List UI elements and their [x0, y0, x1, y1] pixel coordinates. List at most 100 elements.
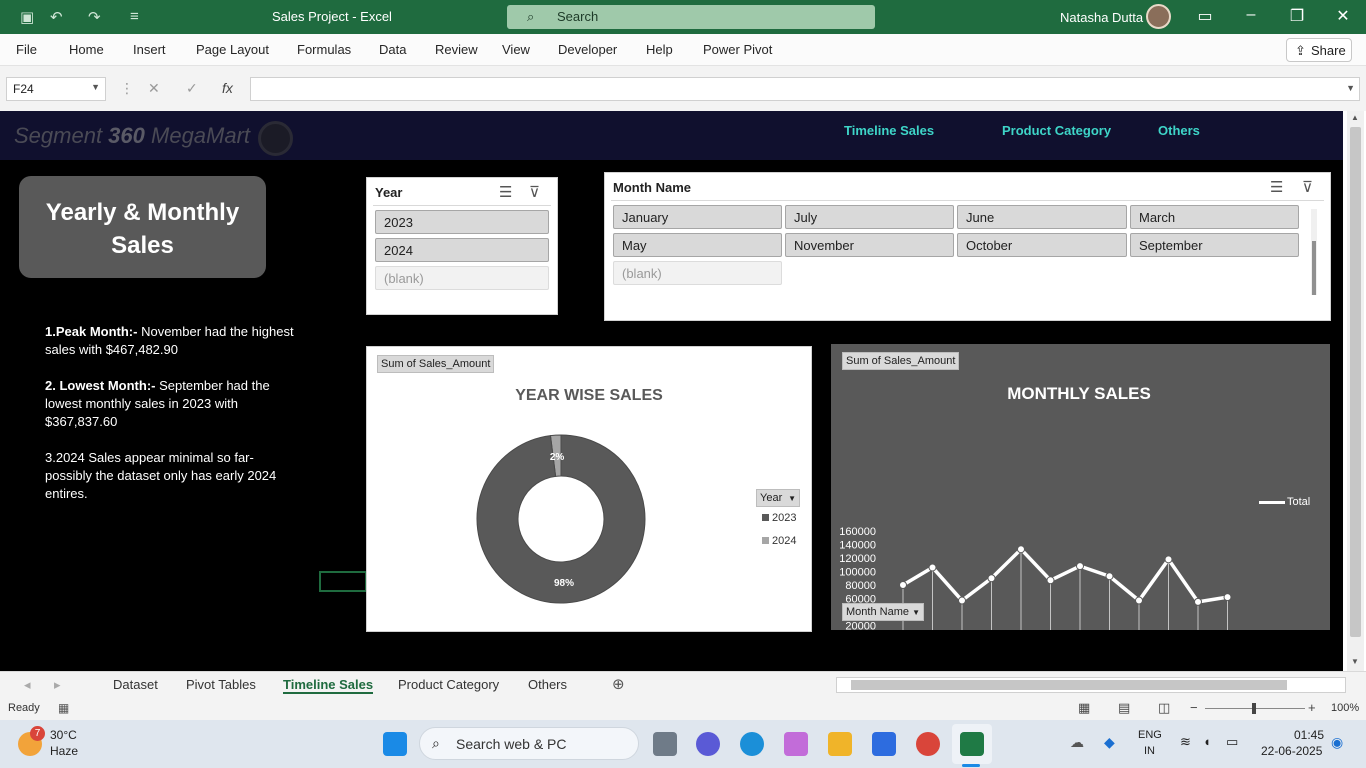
active-cell-selection[interactable] — [319, 571, 367, 592]
month-slicer-item[interactable]: January — [613, 205, 782, 229]
year-slicer-item[interactable]: 2023 — [375, 210, 549, 234]
name-box[interactable]: F24 ▼ — [6, 77, 106, 101]
monthly-sales-chart[interactable]: Sum of Sales_Amount MONTHLY SALES 020000… — [831, 344, 1330, 630]
file-explorer-icon[interactable] — [828, 732, 852, 756]
sheet-tab-product-category[interactable]: Product Category — [398, 677, 499, 692]
wifi-icon[interactable]: ≋ — [1180, 734, 1191, 750]
user-name[interactable]: Natasha Dutta — [1060, 10, 1143, 25]
year-slicer-item[interactable]: (blank) — [375, 266, 549, 290]
teams-icon[interactable] — [696, 732, 720, 756]
month-slicer-item[interactable]: June — [957, 205, 1127, 229]
edge-icon[interactable] — [740, 732, 764, 756]
vertical-scrollbar[interactable]: ▲ ▼ — [1347, 111, 1364, 671]
ribbon-display-icon[interactable]: ▭ — [1190, 6, 1220, 26]
nav-product-category[interactable]: Product Category — [1002, 123, 1111, 138]
tab-page-layout[interactable]: Page Layout — [196, 42, 269, 57]
sheet-tab-dataset[interactable]: Dataset — [113, 677, 158, 692]
maximize-icon[interactable]: ❐ — [1282, 6, 1312, 26]
search-icon: ⌕ — [432, 735, 440, 751]
worksheet-area[interactable]: Segment 360 MegaMart Timeline Sales Prod… — [0, 111, 1343, 671]
scroll-down-icon[interactable]: ▼ — [1351, 657, 1359, 666]
horizontal-scrollbar[interactable] — [836, 677, 1346, 693]
next-sheet-icon[interactable]: ▸ — [54, 677, 61, 693]
battery-icon[interactable]: ▭ — [1226, 734, 1238, 750]
chrome-icon[interactable] — [916, 732, 940, 756]
tab-file[interactable]: File — [16, 42, 37, 57]
volume-icon[interactable]: ◖ — [1203, 734, 1211, 749]
lang-in[interactable]: IN — [1144, 745, 1155, 757]
page-break-view-icon[interactable]: ◫ — [1158, 700, 1170, 716]
tab-home[interactable]: Home — [69, 42, 104, 57]
enter-icon[interactable]: ✓ — [186, 80, 198, 97]
page-layout-view-icon[interactable]: ▤ — [1118, 700, 1130, 716]
month-slicer-item[interactable]: October — [957, 233, 1127, 257]
month-slicer-item[interactable]: September — [1130, 233, 1299, 257]
month-slicer-item[interactable]: November — [785, 233, 954, 257]
sheet-tab-pivot-tables[interactable]: Pivot Tables — [186, 677, 256, 692]
security-icon[interactable]: ◆ — [1104, 734, 1115, 751]
undo-icon[interactable]: ↶ — [50, 8, 63, 26]
month-slicer-item[interactable]: July — [785, 205, 954, 229]
chevron-down-icon[interactable]: ▼ — [91, 82, 100, 92]
tab-data[interactable]: Data — [379, 42, 406, 57]
add-sheet-icon[interactable]: ⊕ — [612, 675, 625, 693]
clock-time[interactable]: 01:45 — [1294, 728, 1324, 742]
start-icon[interactable] — [383, 732, 407, 756]
nav-timeline-sales[interactable]: Timeline Sales — [844, 123, 934, 138]
share-button[interactable]: ⇪ Share — [1286, 38, 1352, 62]
weather-temp[interactable]: 30°C — [50, 728, 77, 742]
scroll-up-icon[interactable]: ▲ — [1351, 113, 1359, 122]
month-slicer-header: Month Name — [613, 180, 691, 195]
sheet-tab-others[interactable]: Others — [528, 677, 567, 692]
zoom-slider-thumb[interactable] — [1252, 703, 1256, 714]
clear-filter-icon[interactable]: ⊽ — [1302, 178, 1313, 196]
minimize-icon[interactable]: – — [1236, 6, 1266, 24]
axis-filter-month-name[interactable]: Month Name ▼ — [842, 603, 924, 621]
notification-icon[interactable]: ◉ — [1331, 734, 1343, 751]
legend-filter-year[interactable]: Year ▼ — [756, 489, 800, 507]
nav-others[interactable]: Others — [1158, 123, 1200, 138]
task-view-icon[interactable] — [653, 732, 677, 756]
zoom-level[interactable]: 100% — [1331, 702, 1359, 714]
sheet-tab-timeline-sales[interactable]: Timeline Sales — [283, 677, 374, 694]
month-slicer-item[interactable]: May — [613, 233, 782, 257]
taskbar-search[interactable]: ⌕ Search web & PC — [419, 727, 639, 760]
formula-input[interactable]: ▼ — [250, 77, 1360, 101]
normal-view-icon[interactable]: ▦ — [1078, 700, 1090, 716]
autosave-icon[interactable]: ▣ — [20, 8, 34, 26]
clear-filter-icon[interactable]: ⊽ — [529, 183, 540, 201]
month-slicer-item[interactable]: March — [1130, 205, 1299, 229]
store-icon[interactable] — [872, 732, 896, 756]
customize-toolbar-icon[interactable]: ≡ — [130, 8, 139, 25]
lang-eng[interactable]: ENG — [1138, 729, 1162, 741]
year-wise-sales-chart[interactable]: Sum of Sales_Amount YEAR WISE SALES 2% 98… — [366, 346, 812, 632]
cancel-icon[interactable]: ✕ — [148, 80, 160, 97]
month-slicer-item[interactable]: (blank) — [613, 261, 782, 285]
year-slicer-item[interactable]: 2024 — [375, 238, 549, 262]
zoom-in-icon[interactable]: + — [1308, 700, 1316, 715]
multi-select-icon[interactable]: ☰ — [499, 183, 512, 201]
tab-formulas[interactable]: Formulas — [297, 42, 351, 57]
search-box[interactable]: ⌕ Search — [507, 5, 875, 29]
multi-select-icon[interactable]: ☰ — [1270, 178, 1283, 196]
tab-help[interactable]: Help — [646, 42, 673, 57]
onedrive-icon[interactable]: ☁ — [1070, 734, 1084, 751]
expand-formula-icon[interactable]: ▼ — [1346, 83, 1355, 93]
month-slicer-scrollbar[interactable] — [1311, 209, 1317, 295]
close-icon[interactable]: ✕ — [1328, 6, 1358, 26]
tab-insert[interactable]: Insert — [133, 42, 166, 57]
accessibility-icon[interactable]: ▦ — [58, 701, 69, 715]
clock-date[interactable]: 22-06-2025 — [1261, 744, 1322, 758]
weather-text[interactable]: Haze — [50, 744, 78, 758]
tab-developer[interactable]: Developer — [558, 42, 617, 57]
insert-function-icon[interactable]: fx — [222, 80, 233, 96]
excel-icon[interactable] — [960, 732, 984, 756]
prev-sheet-icon[interactable]: ◂ — [24, 677, 31, 693]
tab-power-pivot[interactable]: Power Pivot — [703, 42, 772, 57]
copilot-icon[interactable] — [784, 732, 808, 756]
redo-icon[interactable]: ↷ — [88, 8, 101, 26]
tab-review[interactable]: Review — [435, 42, 478, 57]
tab-view[interactable]: View — [502, 42, 530, 57]
avatar[interactable] — [1146, 4, 1171, 29]
zoom-out-icon[interactable]: − — [1190, 700, 1198, 715]
